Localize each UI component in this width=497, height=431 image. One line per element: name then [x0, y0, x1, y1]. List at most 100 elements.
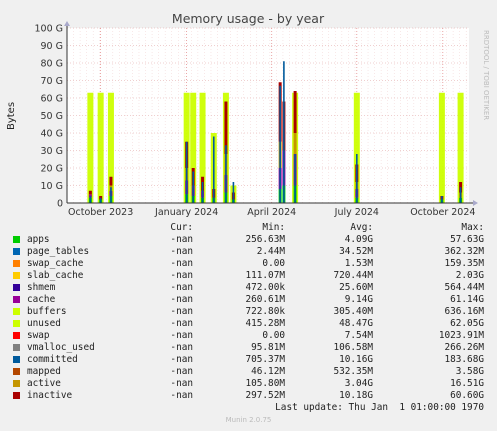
legend-min: 95.81M: [251, 342, 285, 353]
rrdtool-label: RRDTOOL / TOBI OETIKER: [482, 30, 490, 120]
legend-min: 0.00: [262, 258, 285, 269]
legend-min: 46.12M: [251, 366, 285, 377]
legend-row-swap: swap -nan 0.00 7.54M 1023.91M: [0, 330, 497, 342]
legend-swatch: [13, 344, 20, 351]
legend-max: 1023.91M: [438, 330, 484, 341]
legend-col-max: Max:: [461, 222, 484, 233]
legend-col-avg: Avg:: [350, 222, 373, 233]
y-tick-label: 60 G: [41, 94, 63, 105]
legend-swatch: [13, 284, 20, 291]
legend-name: committed: [27, 354, 78, 365]
legend-avg: 106.58M: [333, 342, 373, 353]
legend-name: active: [27, 378, 61, 389]
legend-cur: -nan: [170, 246, 193, 257]
legend-min: 472.00k: [245, 282, 285, 293]
spike-active: [293, 133, 297, 154]
legend-name: shmem: [27, 282, 56, 293]
legend-swatch: [13, 308, 20, 315]
y-tick-label: 10 G: [41, 181, 63, 192]
chart-title: Memory usage - by year: [172, 11, 325, 26]
x-tick-label: January 2024: [154, 207, 218, 218]
legend-avg: 7.54M: [344, 330, 373, 341]
legend-min: 0.00: [262, 330, 285, 341]
legend-name: apps: [27, 234, 50, 245]
legend-cur: -nan: [170, 234, 193, 245]
legend-max: 159.35M: [444, 258, 484, 269]
legend-max: 3.58G: [455, 366, 484, 377]
legend-max: 57.63G: [450, 234, 484, 245]
last-update: Last update: Thu Jan 1 01:00:00 1970: [275, 402, 484, 413]
legend-max: 61.14G: [450, 294, 484, 305]
legend-avg: 305.40M: [333, 306, 373, 317]
legend-cur: -nan: [170, 270, 193, 281]
legend-row-page-tables: page_tables -nan 2.44M 34.52M 362.32M: [0, 246, 497, 258]
legend-row-shmem: shmem -nan 472.00k 25.60M 564.44M: [0, 282, 497, 294]
legend-avg: 532.35M: [333, 366, 373, 377]
legend-row-slab-cache: slab_cache -nan 111.07M 720.44M 2.03G: [0, 270, 497, 282]
legend-col-min: Min:: [262, 222, 285, 233]
legend-row-committed: committed -nan 705.37M 10.16G 183.68G: [0, 354, 497, 366]
legend-row-apps: apps -nan 256.63M 4.09G 57.63G: [0, 234, 497, 246]
legend-cur: -nan: [170, 318, 193, 329]
legend-cur: -nan: [170, 258, 193, 269]
legend-max: 183.68G: [444, 354, 484, 365]
legend-row-unused: unused -nan 415.28M 48.47G 62.05G: [0, 318, 497, 330]
legend-min: 297.52M: [245, 390, 285, 401]
legend-name: swap: [27, 330, 50, 341]
legend-min: 722.80k: [245, 306, 285, 317]
legend-avg: 720.44M: [333, 270, 373, 281]
legend-name: buffers: [27, 306, 67, 317]
y-tick-label: 40 G: [41, 129, 63, 140]
legend-name: mapped: [27, 366, 61, 377]
y-tick-label: 100 G: [34, 24, 63, 35]
legend-min: 256.63M: [245, 234, 285, 245]
legend-cur: -nan: [170, 354, 193, 365]
legend-header: Cur: Min: Avg: Max:: [0, 222, 497, 234]
legend-name: vmalloc_used: [27, 342, 95, 353]
y-tick-label: 70 G: [41, 76, 63, 87]
legend-cur: -nan: [170, 390, 193, 401]
legend-cur: -nan: [170, 282, 193, 293]
spike-unused: [438, 92, 445, 203]
legend-avg: 25.60M: [339, 282, 373, 293]
legend-avg: 3.04G: [344, 378, 373, 389]
legend-avg: 9.14G: [344, 294, 373, 305]
y-tick-label: 30 G: [41, 146, 63, 157]
y-axis-label: Bytes: [6, 102, 17, 130]
y-axis: 0 10 G 20 G 30 G 40 G 50 G 60 G 70 G 80 G 90 G 100…: [34, 21, 70, 210]
y-tick-label: 80 G: [41, 59, 63, 70]
legend-swatch: [13, 320, 20, 327]
spike-inactive: [88, 190, 92, 195]
legend-row-swap-cache: swap_cache -nan 0.00 1.53M 159.35M: [0, 258, 497, 270]
spike-unused: [97, 92, 104, 203]
legend-swatch: [13, 380, 20, 387]
legend-row-vmalloc-used: vmalloc_used -nan 95.81M 106.58M 266.26M: [0, 342, 497, 354]
legend-name: unused: [27, 318, 61, 329]
x-axis: October 2023 January 2024 April 2024 July 2…: [67, 200, 478, 218]
legend-name: page_tables: [27, 246, 90, 257]
legend-swatch: [13, 236, 20, 243]
legend-name: cache: [27, 294, 56, 305]
x-axis-arrow: [473, 200, 478, 206]
legend-min: 111.07M: [245, 270, 285, 281]
legend-cur: -nan: [170, 378, 193, 389]
legend-name: slab_cache: [27, 270, 84, 281]
y-axis-arrow: [64, 21, 70, 26]
munin-version: Munin 2.0.75: [225, 416, 272, 424]
y-tick-label: 20 G: [41, 164, 63, 175]
legend-cur: -nan: [170, 366, 193, 377]
legend-max: 2.03G: [455, 270, 484, 281]
x-tick-label: April 2024: [247, 207, 296, 218]
legend-row-buffers: buffers -nan 722.80k 305.40M 636.16M: [0, 306, 497, 318]
legend-cur: -nan: [170, 294, 193, 305]
x-tick-label: October 2024: [410, 207, 475, 218]
legend-max: 362.32M: [444, 246, 484, 257]
legend-name: swap_cache: [27, 258, 84, 269]
legend-max: 62.05G: [450, 318, 484, 329]
legend-name: inactive: [27, 390, 73, 401]
legend-row-mapped: mapped -nan 46.12M 532.35M 3.58G: [0, 366, 497, 378]
legend-swatch: [13, 332, 20, 339]
x-tick-label: October 2023: [68, 207, 133, 218]
legend-avg: 10.16G: [339, 354, 373, 365]
y-tick-label: 90 G: [41, 41, 63, 52]
